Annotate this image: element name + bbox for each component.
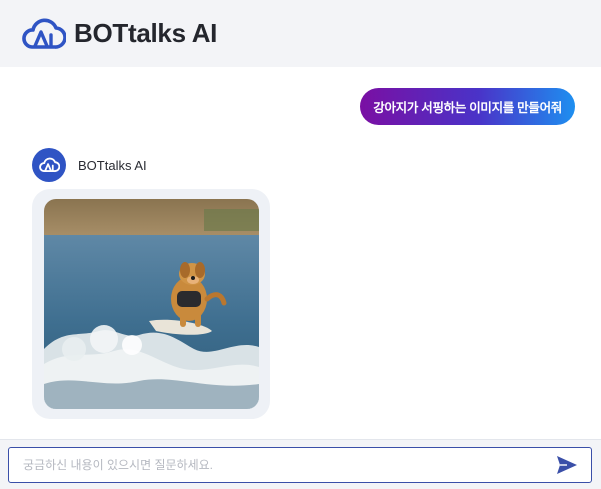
chat-app: BOTtalks AI 강아지가 서핑하는 이미지를 만들어줘 BOTtalks… [0,0,601,489]
cloud-ai-logo-icon [22,17,66,49]
send-arrow-icon [557,456,577,474]
bot-message-header: BOTtalks AI [32,148,147,182]
composer [0,439,601,489]
send-button[interactable] [555,454,579,476]
cloud-ai-logo-icon [39,157,60,173]
user-message-bubble: 강아지가 서핑하는 이미지를 만들어줘 [360,88,575,125]
app-header: BOTtalks AI [0,0,601,67]
bot-avatar [32,148,66,182]
bot-image-message [32,189,270,419]
brand-title: BOTtalks AI [74,18,218,48]
generated-image[interactable] [44,199,259,409]
composer-box [8,447,592,483]
chat-thread: 강아지가 서핑하는 이미지를 만들어줘 BOTtalks AI [0,67,601,439]
question-input[interactable] [23,448,543,481]
user-message-text: 강아지가 서핑하는 이미지를 만들어줘 [373,101,562,115]
bot-name: BOTtalks AI [78,157,147,173]
